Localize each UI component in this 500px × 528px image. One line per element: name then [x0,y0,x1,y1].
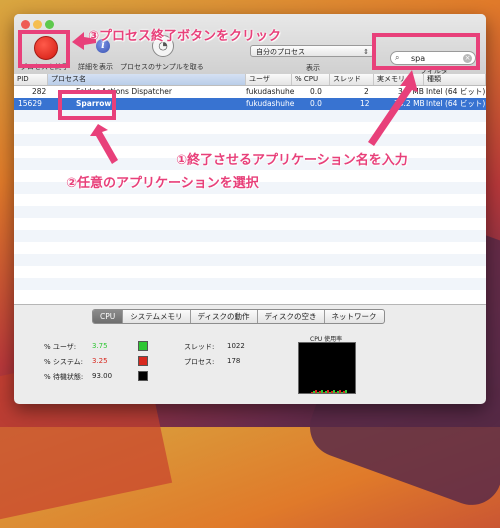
arrow-to-quit [72,32,96,50]
arrow-to-row [90,124,118,164]
arrow-to-search [368,70,418,146]
annotation-arrows [72,32,418,164]
